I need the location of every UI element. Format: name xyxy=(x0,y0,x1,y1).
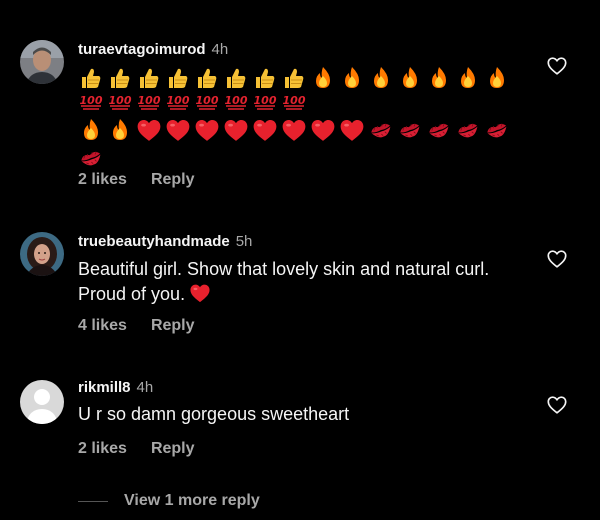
avatar[interactable] xyxy=(20,380,64,424)
likes-count[interactable]: 2 likes xyxy=(78,440,127,457)
svg-text:100: 100 xyxy=(254,94,277,107)
username[interactable]: turaevtagoimurod xyxy=(78,41,206,58)
reply-button[interactable]: Reply xyxy=(151,317,195,334)
comment-truebeautyhandmade: truebeautyhandmade 5h Beautiful girl. Sho… xyxy=(0,232,600,342)
fire-emoji-icon xyxy=(107,118,133,142)
thumbs-up-emoji-icon: 100 xyxy=(281,66,307,114)
username[interactable]: truebeautyhandmade xyxy=(78,233,230,250)
red-heart-emoji-icon xyxy=(339,118,365,142)
comment-header: turaevtagoimurod 4h xyxy=(78,40,528,60)
red-heart-icon xyxy=(189,283,211,303)
red-heart-emoji-icon xyxy=(165,118,191,142)
view-more-replies[interactable]: View 1 more reply xyxy=(78,490,378,514)
fire-emoji-icon xyxy=(310,66,336,90)
heart-outline-icon xyxy=(547,396,567,414)
reply-button[interactable]: Reply xyxy=(151,171,195,188)
kiss-mark-emoji-icon xyxy=(455,118,481,142)
timestamp: 5h xyxy=(235,233,253,250)
fire-emoji-icon xyxy=(368,66,394,90)
kiss-mark-emoji-icon xyxy=(426,118,452,142)
red-heart-emoji-icon xyxy=(252,118,278,142)
red-heart-emoji-icon xyxy=(136,118,162,142)
default-avatar-icon xyxy=(20,380,64,424)
thumbs-up-emoji-icon: 100 xyxy=(194,66,220,114)
heart-outline-icon xyxy=(547,250,567,268)
reply-button[interactable]: Reply xyxy=(151,440,195,457)
like-button[interactable] xyxy=(546,248,568,270)
red-heart-emoji-icon xyxy=(194,118,220,142)
svg-text:100: 100 xyxy=(80,94,103,107)
woman-photo-avatar-icon xyxy=(20,232,64,276)
svg-text:100: 100 xyxy=(225,94,248,107)
red-heart-emoji-icon xyxy=(223,118,249,142)
person-photo-avatar-icon xyxy=(20,40,64,84)
comment-text: U r so damn gorgeous sweetheart xyxy=(78,404,350,424)
thumbs-up-emoji-icon: 100 xyxy=(78,66,104,114)
fire-emoji-icon xyxy=(455,66,481,90)
svg-text:100: 100 xyxy=(167,94,190,107)
thumbs-up-emoji-icon: 100 xyxy=(107,66,133,114)
svg-text:100: 100 xyxy=(109,94,132,107)
username[interactable]: rikmill8 xyxy=(78,379,131,396)
svg-text:100: 100 xyxy=(283,94,306,107)
thumbs-up-emoji-icon: 100 xyxy=(252,66,278,114)
svg-text:100: 100 xyxy=(138,94,161,107)
comment-text: Beautiful girl. Show that lovely skin an… xyxy=(78,257,528,307)
thumbs-up-emoji-icon: 100 xyxy=(223,66,249,114)
fire-emoji-icon xyxy=(397,66,423,90)
fire-emoji-icon xyxy=(78,118,104,142)
red-heart-emoji-icon xyxy=(281,118,307,142)
kiss-mark-emoji-icon xyxy=(484,118,510,142)
likes-count[interactable]: 2 likes xyxy=(78,171,127,188)
comment-turaevtagoimurod: turaevtagoimurod 4h 100 100 100 100 100 100 100… xyxy=(0,40,600,200)
heart-outline-icon xyxy=(547,57,567,75)
timestamp: 4h xyxy=(136,379,154,396)
likes-count[interactable]: 4 likes xyxy=(78,317,127,334)
fire-emoji-icon xyxy=(339,66,365,90)
like-button[interactable] xyxy=(546,55,568,77)
comment-text-content: Beautiful girl. Show that lovely skin an… xyxy=(78,259,490,304)
timestamp: 4h xyxy=(211,41,229,58)
fire-emoji-icon xyxy=(484,66,510,90)
avatar[interactable] xyxy=(20,40,64,84)
emoji-row: 100 100 100 100 100 100 100 100 xyxy=(78,66,518,174)
comment-actions: 4 likes Reply xyxy=(78,317,195,335)
fire-emoji-icon xyxy=(426,66,452,90)
thumbs-up-emoji-icon: 100 xyxy=(165,66,191,114)
avatar[interactable] xyxy=(20,232,64,276)
comment-header: truebeautyhandmade 5h xyxy=(78,232,528,252)
view-more-replies-label[interactable]: View 1 more reply xyxy=(124,492,260,510)
comment-header: rikmill8 4h xyxy=(78,378,528,398)
comment-actions: 2 likes Reply xyxy=(78,440,195,458)
svg-text:100: 100 xyxy=(196,94,219,107)
kiss-mark-emoji-icon xyxy=(78,146,104,170)
thumbs-up-emoji-icon: 100 xyxy=(136,66,162,114)
divider-line xyxy=(78,501,108,502)
comment-actions: 2 likes Reply xyxy=(78,171,195,189)
kiss-mark-emoji-icon xyxy=(397,118,423,142)
kiss-mark-emoji-icon xyxy=(368,118,394,142)
like-button[interactable] xyxy=(546,394,568,416)
comment-rikmill8: rikmill8 4h U r so damn gorgeous sweethea… xyxy=(0,378,600,468)
red-heart-emoji-icon xyxy=(310,118,336,142)
